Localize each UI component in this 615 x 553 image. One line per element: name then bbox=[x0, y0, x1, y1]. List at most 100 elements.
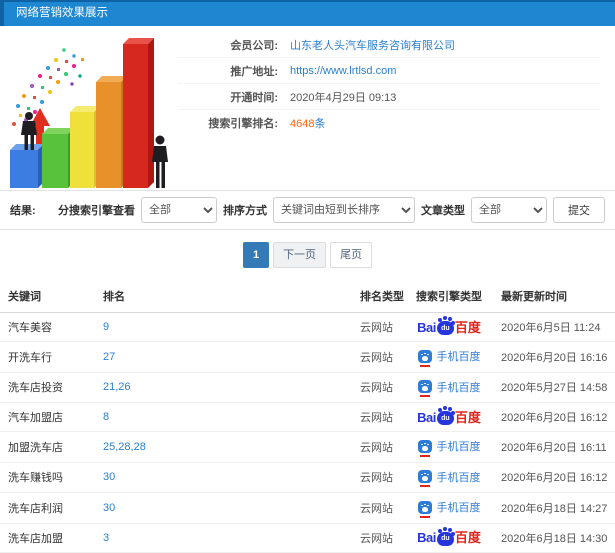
submit-button[interactable]: 提交 bbox=[553, 197, 605, 223]
rank-link[interactable]: 27 bbox=[103, 351, 115, 363]
filter-controls: 分搜索引擎查看 全部 排序方式 关键词由短到长排序 文章类型 全部 提交 bbox=[58, 197, 605, 223]
mobile-baidu-paw-icon bbox=[417, 380, 432, 397]
table-row: 汽车美容 9 云网站 Bai du 百度 2020年6月5日 11:24 bbox=[0, 312, 615, 342]
rank-link[interactable]: 30 bbox=[103, 502, 115, 514]
info-row-url: 推广地址: https://www.lrtlsd.com bbox=[178, 58, 600, 84]
mobile-baidu-logo: 手机百度 bbox=[417, 348, 481, 367]
article-type-label: 文章类型 bbox=[421, 205, 465, 217]
baidu-paw-icon: du bbox=[436, 408, 454, 425]
keyword-cell: 汽车加盟店 bbox=[0, 402, 95, 432]
baidu-logo-bai-text: Bai bbox=[417, 409, 436, 425]
baidu-logo: Bai du 百度 bbox=[417, 528, 481, 546]
promo-url-link[interactable]: https://www.lrtlsd.com bbox=[290, 65, 396, 77]
mobile-baidu-paw-icon bbox=[417, 470, 432, 487]
member-info-panel: 会员公司: 山东老人头汽车服务咨询有限公司 推广地址: https://www.… bbox=[178, 26, 615, 190]
baidu-paw-icon: du bbox=[436, 318, 454, 335]
top-section: 会员公司: 山东老人头汽车服务咨询有限公司 推广地址: https://www.… bbox=[0, 26, 615, 190]
engine-filter-label: 分搜索引擎查看 bbox=[58, 205, 135, 217]
keyword-ranking-table: 关键词 排名 排名类型 搜索引擎类型 最新更新时间 汽车美容 9 云网站 Bai… bbox=[0, 280, 615, 553]
updated-cell: 2020年6月20日 16:16 bbox=[493, 341, 615, 373]
rank-type-cell: 云网站 bbox=[352, 431, 405, 463]
mobile-baidu-label: 手机百度 bbox=[436, 381, 481, 394]
keyword-cell: 洗车店投资 bbox=[0, 372, 95, 403]
rank-link[interactable]: 3 bbox=[103, 532, 109, 544]
open-time-label: 开通时间: bbox=[230, 91, 278, 104]
keyword-cell: 洗车店利润 bbox=[0, 492, 95, 524]
keyword-cell: 汽车美容 bbox=[0, 312, 95, 342]
mobile-baidu-logo: 手机百度 bbox=[417, 379, 481, 397]
company-link[interactable]: 山东老人头汽车服务咨询有限公司 bbox=[290, 37, 455, 53]
rank-type-cell: 云网站 bbox=[352, 402, 405, 432]
next-page-button[interactable]: 下一页 bbox=[273, 242, 327, 268]
updated-cell: 2020年5月27日 14:58 bbox=[493, 372, 615, 403]
table-row: 开洗车行 27 云网站 手机百度 2020年6月20日 16:16 bbox=[0, 341, 615, 373]
mobile-baidu-logo: 手机百度 bbox=[417, 469, 481, 487]
rank-type-cell: 云网站 bbox=[352, 523, 405, 553]
mobile-baidu-label: 手机百度 bbox=[436, 502, 481, 514]
table-header-row: 关键词 排名 排名类型 搜索引擎类型 最新更新时间 bbox=[0, 280, 615, 313]
page-title: 网络营销效果展示 bbox=[16, 7, 108, 19]
table-row: 洗车店利润 30 云网站 手机百度 2020年6月18日 14:27 bbox=[0, 492, 615, 524]
info-row-ranking-count: 搜索引擎排名: 4648条 bbox=[178, 110, 600, 136]
baidu-logo-du-text: du bbox=[441, 324, 450, 332]
pagination: 1 下一页 尾页 bbox=[0, 242, 615, 268]
page-header-bar: 网络营销效果展示 bbox=[0, 0, 615, 26]
mobile-baidu-label: 手机百度 bbox=[436, 471, 481, 484]
baidu-logo-cn-text: 百度 bbox=[454, 319, 481, 335]
keyword-cell: 洗车赚钱吗 bbox=[0, 462, 95, 493]
ranking-count-suffix: 条 bbox=[314, 118, 326, 130]
result-label: 结果: bbox=[10, 205, 36, 217]
rank-type-cell: 云网站 bbox=[352, 492, 405, 524]
mobile-baidu-logo: 手机百度 bbox=[417, 499, 481, 518]
table-row: 洗车店投资 21,26 云网站 手机百度 2020年5月27日 14:58 bbox=[0, 372, 615, 403]
businessman-right-figure bbox=[152, 135, 168, 188]
updated-cell: 2020年6月20日 16:12 bbox=[493, 402, 615, 432]
sort-filter-select[interactable]: 关键词由短到长排序 bbox=[273, 197, 415, 223]
bar-chart-growth-illustration-svg bbox=[10, 38, 168, 188]
promo-url-label: 推广地址: bbox=[230, 65, 278, 78]
baidu-logo: Bai du 百度 bbox=[417, 408, 481, 425]
keyword-cell: 洗车店加盟 bbox=[0, 523, 95, 553]
table-row: 汽车加盟店 8 云网站 Bai du 百度 2020年6月20日 16:12 bbox=[0, 402, 615, 432]
keyword-cell: 加盟洗车店 bbox=[0, 431, 95, 463]
info-row-open-time: 开通时间: 2020年4月29日 09:13 bbox=[178, 84, 600, 110]
company-label: 会员公司: bbox=[230, 39, 278, 52]
rank-link[interactable]: 25,28,28 bbox=[103, 441, 146, 453]
last-page-button[interactable]: 尾页 bbox=[330, 242, 373, 268]
marketing-chart-illustration bbox=[0, 26, 178, 190]
rank-type-cell: 云网站 bbox=[352, 341, 405, 373]
header-keyword: 关键词 bbox=[0, 280, 95, 313]
updated-cell: 2020年6月18日 14:27 bbox=[493, 492, 615, 524]
header-rank: 排名 bbox=[95, 280, 352, 313]
table-row: 加盟洗车店 25,28,28 云网站 手机百度 2020年6月20日 16:11 bbox=[0, 431, 615, 463]
sort-filter-label: 排序方式 bbox=[223, 205, 267, 217]
baidu-logo-du-text: du bbox=[441, 535, 450, 542]
mobile-baidu-logo: 手机百度 bbox=[417, 438, 481, 457]
ranking-count-label: 搜索引擎排名: bbox=[208, 118, 278, 130]
mobile-baidu-paw-icon bbox=[417, 439, 432, 457]
rank-link[interactable]: 30 bbox=[103, 471, 115, 483]
baidu-logo-cn-text: 百度 bbox=[454, 530, 481, 545]
header-engine-type: 搜索引擎类型 bbox=[405, 280, 493, 313]
engine-filter-select[interactable]: 全部 bbox=[141, 197, 217, 223]
header-rank-type: 排名类型 bbox=[352, 280, 405, 313]
baidu-logo-du-text: du bbox=[441, 414, 450, 422]
mobile-baidu-label: 手机百度 bbox=[436, 441, 481, 453]
info-row-company: 会员公司: 山东老人头汽车服务咨询有限公司 bbox=[178, 32, 600, 58]
rank-link[interactable]: 8 bbox=[103, 411, 109, 423]
page-1-button[interactable]: 1 bbox=[242, 242, 270, 268]
keyword-cell: 开洗车行 bbox=[0, 341, 95, 373]
open-time-value: 2020年4月29日 09:13 bbox=[290, 91, 397, 104]
mobile-baidu-paw-icon bbox=[417, 349, 432, 367]
baidu-logo-cn-text: 百度 bbox=[454, 409, 481, 425]
filter-bar: 结果: 分搜索引擎查看 全部 排序方式 关键词由短到长排序 文章类型 全部 提交 bbox=[0, 190, 615, 230]
baidu-logo: Bai du 百度 bbox=[417, 318, 481, 335]
mobile-baidu-label: 手机百度 bbox=[436, 351, 481, 363]
rank-link[interactable]: 9 bbox=[103, 321, 109, 333]
rank-link[interactable]: 21,26 bbox=[103, 381, 131, 393]
rank-type-cell: 云网站 bbox=[352, 462, 405, 493]
ranking-count-value: 4648条 bbox=[290, 115, 325, 131]
ranking-count-number: 4648 bbox=[290, 118, 315, 130]
rank-type-cell: 云网站 bbox=[352, 312, 405, 342]
article-type-select[interactable]: 全部 bbox=[471, 197, 547, 223]
